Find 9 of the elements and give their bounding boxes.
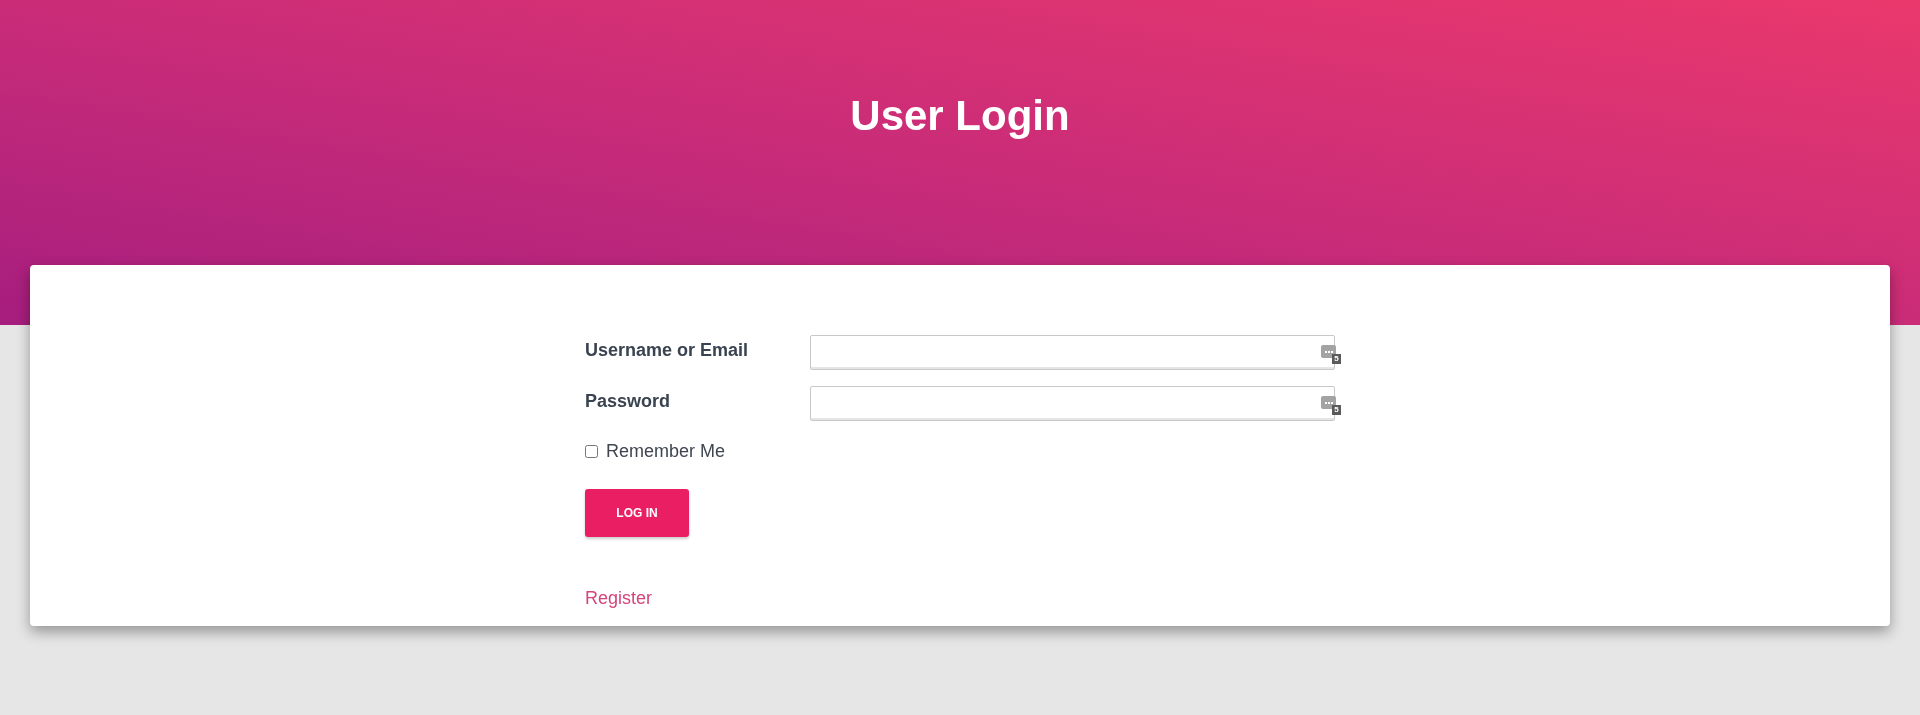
login-button[interactable]: LOG IN bbox=[585, 489, 689, 537]
input-field[interactable] bbox=[810, 335, 1335, 370]
field-label: Username or Email bbox=[585, 339, 750, 362]
register-link[interactable]: Register bbox=[585, 588, 653, 608]
input-field[interactable] bbox=[810, 386, 1335, 421]
field-label: Password bbox=[585, 390, 672, 413]
page-title: User Login bbox=[850, 91, 1070, 141]
remember-label: Remember Me bbox=[606, 440, 726, 463]
remember-checkbox[interactable] bbox=[585, 445, 598, 458]
